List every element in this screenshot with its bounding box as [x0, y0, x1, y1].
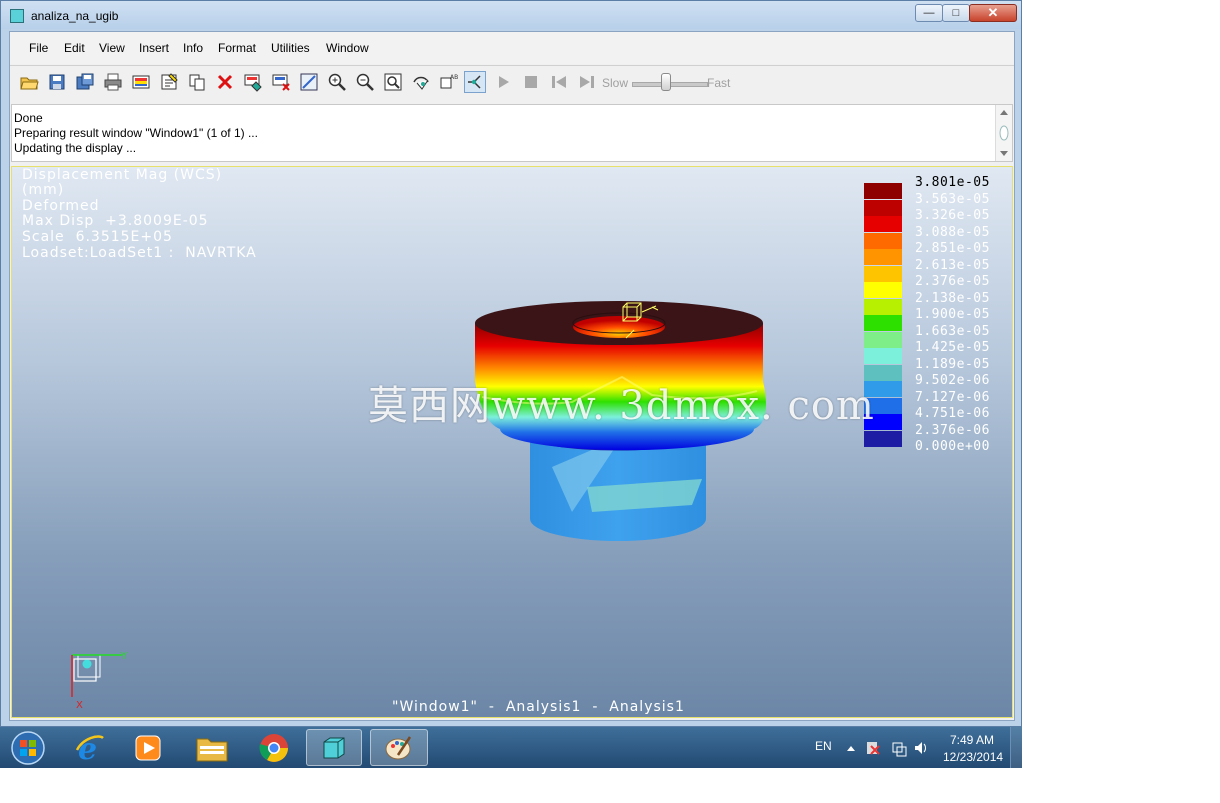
zoom-out-icon[interactable] — [354, 71, 376, 93]
system-tray-icons[interactable] — [843, 739, 929, 757]
open-icon[interactable] — [18, 71, 40, 93]
spin-icon[interactable] — [410, 71, 432, 93]
speed-slow-label: Slow — [602, 76, 629, 90]
taskbar: e EN 7:49 AM 12/23/2014 — [0, 727, 1023, 768]
menu-format[interactable]: Format — [218, 41, 256, 55]
volume-icon — [923, 743, 926, 753]
message-scrollbar[interactable] — [995, 105, 1012, 161]
play-icon[interactable] — [492, 71, 514, 93]
message-line: Preparing result window "Window1" (1 of … — [14, 126, 258, 140]
save-as-icon[interactable] — [74, 71, 96, 93]
triad-y-label: Y — [120, 651, 128, 662]
application-window: analiza_na_ugib — □ ✕ File Edit View Ins… — [0, 0, 1022, 727]
menu-window[interactable]: Window — [326, 41, 369, 55]
watermark-text: 莫西网www. 3dmox. com — [368, 383, 875, 429]
toolbar: AB Slow Fast — [10, 65, 1014, 100]
clock-time[interactable]: 7:49 AM — [950, 733, 994, 747]
menu-info[interactable]: Info — [183, 41, 203, 55]
window-analysis-label: "Window1" - Analysis1 - Analysis1 — [392, 699, 685, 715]
menu-bar: File Edit View Insert Info Format Utilit… — [10, 32, 1014, 64]
message-area: Done Preparing result window "Window1" (… — [11, 104, 1013, 162]
clock-date[interactable]: 12/23/2014 — [943, 750, 1003, 764]
chrome-icon[interactable] — [246, 729, 302, 766]
color-palette-icon[interactable] — [130, 71, 152, 93]
speed-fast-label: Fast — [707, 76, 731, 90]
desktop-strip — [0, 768, 1022, 803]
step-forward-icon[interactable] — [576, 71, 598, 93]
menu-insert[interactable]: Insert — [139, 41, 169, 55]
display-options-icon[interactable] — [270, 71, 292, 93]
edit-icon[interactable] — [158, 71, 180, 93]
menu-utilities[interactable]: Utilities — [271, 41, 310, 55]
save-icon[interactable] — [46, 71, 68, 93]
window-icon[interactable] — [298, 71, 320, 93]
menu-file[interactable]: File — [29, 41, 48, 55]
scrollbar-arrows-icon — [999, 110, 1009, 156]
step-back-icon[interactable] — [548, 71, 570, 93]
file-explorer-icon[interactable] — [184, 729, 240, 766]
message-line: Updating the display ... — [14, 141, 137, 155]
menu-view[interactable]: View — [99, 41, 125, 55]
zoom-in-icon[interactable] — [326, 71, 348, 93]
label-icon[interactable]: AB — [438, 71, 460, 93]
language-indicator[interactable]: EN — [815, 739, 832, 753]
display-setup-icon[interactable] — [242, 71, 264, 93]
message-line: Done — [14, 111, 43, 125]
creo-simulate-icon[interactable] — [306, 729, 362, 766]
app-icon — [10, 9, 24, 23]
deformed-model: Y X — [71, 301, 766, 711]
show-hidden-icons-icon — [847, 746, 855, 751]
delete-icon[interactable] — [214, 71, 236, 93]
main-area: File Edit View Insert Info Format Utilit… — [9, 31, 1015, 721]
print-icon[interactable] — [102, 71, 124, 93]
copy-icon[interactable] — [186, 71, 208, 93]
coordinate-triad: Y X — [71, 651, 128, 711]
show-desktop-button[interactable] — [1010, 727, 1023, 768]
internet-explorer-icon[interactable]: e — [62, 729, 118, 766]
svg-text:AB: AB — [450, 74, 458, 81]
result-graphics-window[interactable]: Displacement Mag (WCS) (mm) Deformed Max… — [11, 166, 1013, 718]
window-title: analiza_na_ugib — [31, 9, 119, 23]
minimize-button[interactable]: — — [915, 4, 943, 22]
refit-icon[interactable] — [382, 71, 404, 93]
triad-x-label: X — [76, 700, 83, 711]
query-icon[interactable] — [464, 71, 486, 93]
media-player-icon[interactable] — [120, 729, 176, 766]
close-button[interactable]: ✕ — [969, 4, 1017, 22]
stop-icon[interactable] — [520, 71, 542, 93]
title-bar[interactable]: analiza_na_ugib — □ ✕ — [1, 1, 1021, 29]
paint-icon[interactable] — [370, 729, 428, 766]
maximize-button[interactable]: □ — [942, 4, 970, 22]
menu-edit[interactable]: Edit — [64, 41, 85, 55]
desktop-background — [1022, 0, 1220, 803]
start-button[interactable] — [0, 729, 56, 766]
speed-slider-thumb[interactable] — [661, 73, 671, 91]
